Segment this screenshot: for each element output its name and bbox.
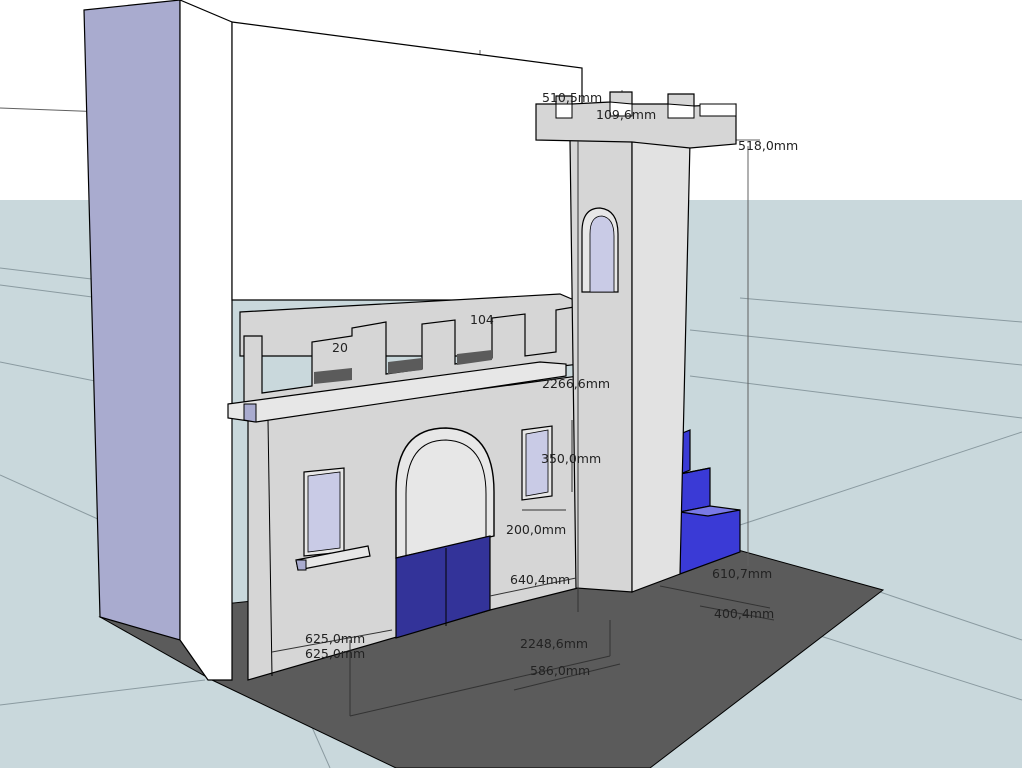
- left-window-glass: [307, 471, 341, 553]
- left-wall-side: [83, 0, 181, 641]
- dim-base-depth: 586,0mm: [530, 663, 590, 678]
- dim-left-b: 625,0mm: [305, 646, 365, 661]
- dim-tower-height: 2266,6mm: [542, 376, 610, 391]
- ledge-end: [243, 403, 257, 423]
- modeling-viewport[interactable]: 510,5mm 109,6mm 518,0mm 104 20 2266,6mm …: [0, 0, 1022, 768]
- dim-door-width: 640,4mm: [510, 572, 570, 587]
- tower-front: [569, 137, 633, 593]
- rear-wall: [231, 21, 583, 301]
- tower-side: [631, 137, 691, 593]
- dim-stair-depth: 610,7mm: [712, 566, 772, 581]
- castle-bed-model[interactable]: 510,5mm 109,6mm 518,0mm 104 20 2266,6mm …: [0, 0, 1022, 768]
- left-window-sill-end: [295, 559, 307, 571]
- tower-window-glass: [589, 215, 615, 293]
- left-wall-front: [179, 0, 233, 681]
- dim-stair-step: 400,4mm: [714, 606, 774, 621]
- dim-tower-width: 510,5mm: [542, 90, 602, 105]
- dim-rear-wall: 104: [470, 312, 494, 327]
- dim-tower-top: 518,0mm: [738, 138, 798, 153]
- dim-left-a: 625,0mm: [305, 631, 365, 646]
- dim-battlement: 20: [332, 340, 348, 355]
- dim-merlon: 109,6mm: [596, 107, 656, 122]
- dim-total-length: 2248,6mm: [520, 636, 588, 651]
- dim-window-height: 350,0mm: [541, 451, 601, 466]
- dim-window-width: 200,0mm: [506, 522, 566, 537]
